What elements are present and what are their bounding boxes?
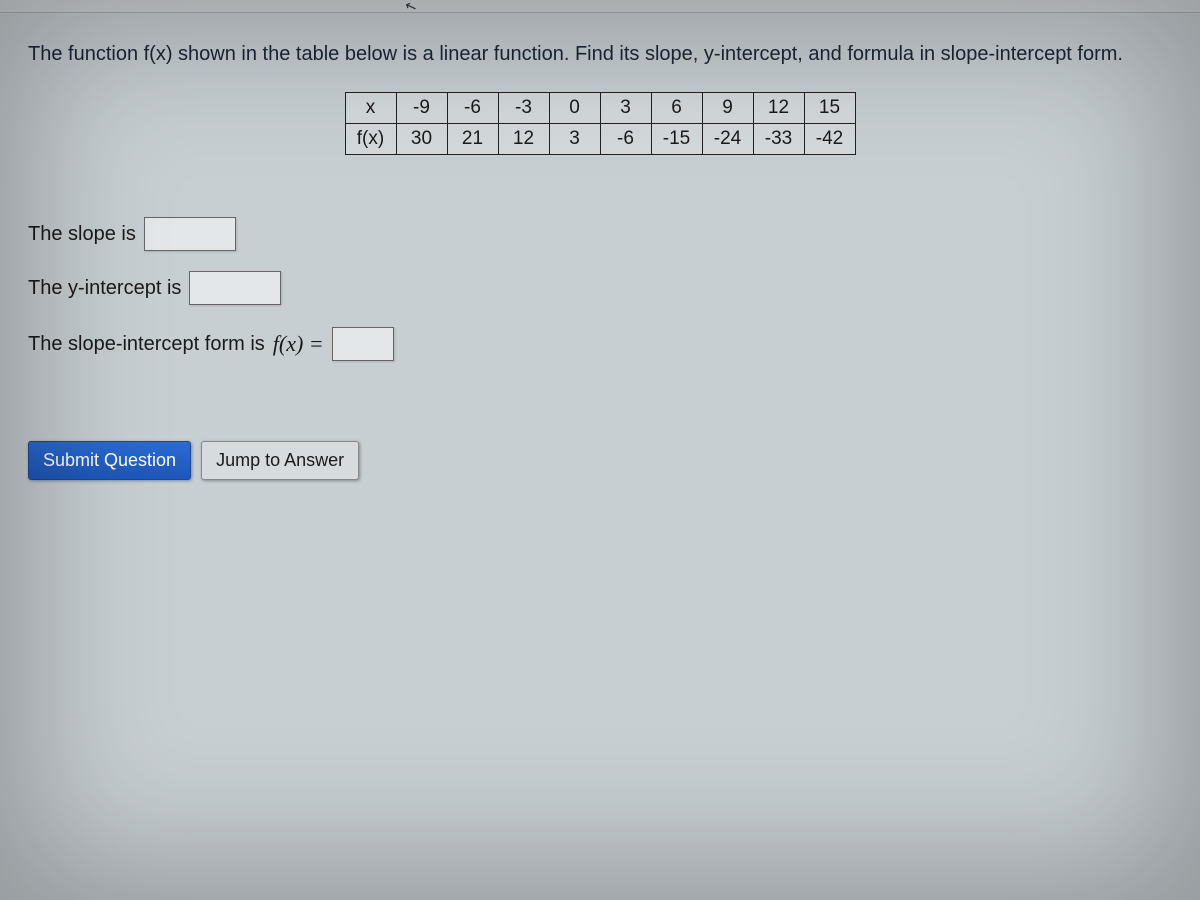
x-cell: -6 [447, 93, 498, 124]
row-label-fx: f(x) [345, 124, 396, 155]
fx-cell: 30 [396, 124, 447, 155]
yintercept-input[interactable] [189, 271, 281, 305]
fx-notation: f(x) = [273, 318, 324, 371]
x-cell: 6 [651, 93, 702, 124]
fx-cell: -6 [600, 124, 651, 155]
fx-cell: -24 [702, 124, 753, 155]
fx-cell: -33 [753, 124, 804, 155]
form-label: The slope-intercept form is [28, 320, 265, 368]
question-content: The function f(x) shown in the table bel… [0, 13, 1200, 480]
x-cell: 12 [753, 93, 804, 124]
fx-cell: 21 [447, 124, 498, 155]
table-row-fx: f(x) 30 21 12 3 -6 -15 -24 -33 -42 [345, 124, 855, 155]
formula-input[interactable] [332, 327, 394, 361]
x-cell: 15 [804, 93, 855, 124]
jump-to-answer-button[interactable]: Jump to Answer [201, 441, 359, 480]
x-cell: 9 [702, 93, 753, 124]
yintercept-label: The y-intercept is [28, 264, 181, 312]
question-prompt: The function f(x) shown in the table bel… [28, 41, 1172, 68]
fx-cell: -42 [804, 124, 855, 155]
x-cell: 0 [549, 93, 600, 124]
function-table: x -9 -6 -3 0 3 6 9 12 15 f(x) 30 21 12 3… [345, 92, 856, 155]
x-cell: 3 [600, 93, 651, 124]
fx-cell: 3 [549, 124, 600, 155]
fx-cell: -15 [651, 124, 702, 155]
slope-label: The slope is [28, 210, 136, 258]
x-cell: -3 [498, 93, 549, 124]
row-label-x: x [345, 93, 396, 124]
x-cell: -9 [396, 93, 447, 124]
slope-input[interactable] [144, 217, 236, 251]
fx-cell: 12 [498, 124, 549, 155]
table-row-x: x -9 -6 -3 0 3 6 9 12 15 [345, 93, 855, 124]
submit-question-button[interactable]: Submit Question [28, 441, 191, 480]
